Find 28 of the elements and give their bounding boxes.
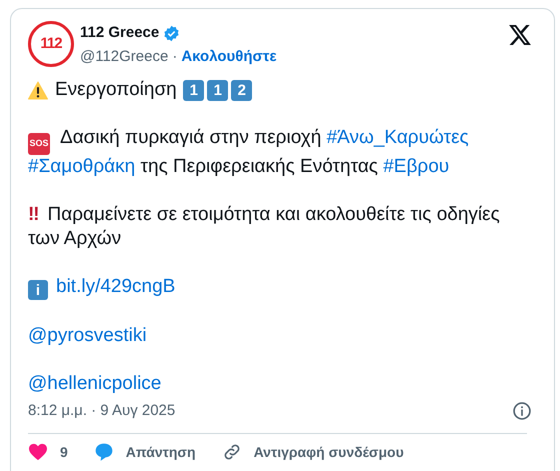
x-logo-icon[interactable] xyxy=(509,25,531,45)
tweet-text: Ενεργοποίηση xyxy=(55,78,177,102)
info-badge: i xyxy=(28,280,48,300)
separator-dot: · xyxy=(172,46,178,66)
warning-icon xyxy=(28,80,48,100)
hashtag-link[interactable]: #Άνω_Καρυώτες xyxy=(326,127,469,148)
reply-button[interactable]: Απάντηση xyxy=(94,442,196,462)
like-button[interactable]: 9 xyxy=(28,442,68,462)
hashtag-link[interactable]: #Εβρου xyxy=(383,156,450,176)
info-icon[interactable] xyxy=(512,401,532,422)
tweet-link[interactable]: @hellenicpolice xyxy=(28,373,162,394)
tweet-link[interactable]: bit.ly/429cngB xyxy=(56,276,176,296)
tweet-text: SOS Δασική πυρκαγιά στην περιοχή #Άνω_Καρυώτες #Σαμοθράκη της Περιφερειακής Ενότητας #Εβρου xyxy=(28,126,470,178)
author-name[interactable]: 112 Greece xyxy=(80,22,160,44)
keycap: 1 xyxy=(207,80,228,100)
avatar-logo-text: 112 xyxy=(40,34,62,54)
keycap: 2 xyxy=(231,80,252,100)
follow-link[interactable]: Ακολουθήστε xyxy=(181,46,277,68)
author-handle: @112Greece xyxy=(80,46,168,66)
tweet-text: ‼ Παραμείνετε σε ετοιμότητα και ακολουθείτε τις οδηγίες των Αρχών xyxy=(28,202,501,250)
tweet-link[interactable]: @pyrosvestiki xyxy=(28,325,147,346)
copy-link-button[interactable]: Αντιγραφή συνδέσμου xyxy=(222,442,404,462)
link-icon xyxy=(222,442,242,462)
timestamp[interactable]: 8:12 μ.μ. · 9 Αυγ 2025 xyxy=(28,400,176,422)
keycap: 1 xyxy=(183,80,204,100)
speech-bubble-icon xyxy=(94,442,114,462)
hashtag-link[interactable]: #Σαμοθράκη xyxy=(28,156,136,176)
heart-icon xyxy=(28,443,48,461)
